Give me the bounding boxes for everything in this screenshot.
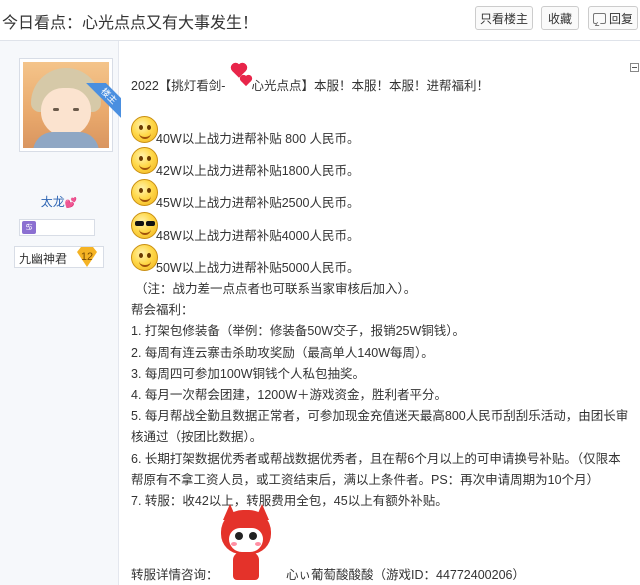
contact-value: 心ぃ葡萄酸酸酸（游戏ID：44772400206） [286,568,525,582]
floor-badge: 楼主 [85,83,121,119]
level-badge[interactable]: 九幽神君 12 [14,246,104,268]
happy-emoticon-icon [131,244,158,271]
author-username-text: 太龙 [40,195,65,209]
reward-line-4: 48W以上战力进帮补贴4000人民币。 [156,229,360,243]
reply-label: 回复 [608,12,633,26]
benefits-title: 帮会福利： [131,303,194,317]
level-name: 九幽神君 [19,252,68,266]
reward-line-3: 45W以上战力进帮补贴2500人民币。 [156,196,360,210]
favorite-button[interactable]: 收藏 [541,6,579,30]
heart-icon: 💕 [64,198,78,209]
comment-icon [592,13,606,24]
laugh-emoticon-icon [131,179,158,206]
badge-row: ♋ [19,219,95,236]
author-username[interactable]: 太龙💕 [0,193,118,210]
hearts-sticker-icon [225,64,252,93]
reward-line-2: 42W以上战力进帮补贴1800人民币。 [156,164,360,178]
zodiac-icon: ♋ [22,221,36,234]
benefit-3: 3. 每周四可参加100W铜钱个人私包抽奖。 [131,367,366,381]
reward-line-5: 50W以上战力进帮补贴5000人民币。 [156,261,360,275]
author-panel: 楼主 太龙💕 ♋ 九幽神君 12 [0,41,121,585]
only-op-button[interactable]: 只看楼主 [475,6,533,30]
benefit-1: 1. 打架包修装备（举例：修装备50W交子，报销25W铜钱）。 [131,324,466,338]
benefit-4: 4. 每月一次帮会团建，1200W＋游戏资金，胜利者平分。 [131,388,448,402]
collapse-icon[interactable] [630,63,639,72]
smile-emoticon-icon [131,147,158,174]
thread-title: 今日看点：心光点点又有大事发生！ [2,15,259,32]
grin-emoticon-icon [131,116,158,143]
contact-label: 转服详情咨询： [131,568,219,582]
thread-header: 今日看点：心光点点又有大事发生！ 只看楼主 收藏 回复 [0,0,640,41]
benefit-2: 2. 每周有连云寨击杀助攻奖励（最高单人140W每周）。 [131,346,434,360]
benefit-6a: 6. 长期打架数据优秀者或帮战数据优秀者，且在帮6个月以上的可申请换号补贴。（仅… [131,452,621,466]
benefit-5a: 5. 每月帮战全勤且数据正常者，可参加现金充值迷天最高800人民币刮刮乐活动，由… [131,409,629,423]
note-line: （注：战力差一点点者也可联系当家审核后加入）。 [135,282,417,296]
red-fox-mascot-icon [221,504,271,582]
cool-emoticon-icon [131,212,158,239]
level-number: 12 [77,247,97,267]
post-intro: 2022【挑灯看剑- 心光点点】本服！本服！本服！进帮福利！ [131,64,489,94]
benefit-5b: 核通过（按团比数据）。 [131,430,263,444]
reward-line-1: 40W以上战力进帮补贴 800 人民币。 [156,132,360,146]
benefit-7: 7. 转服：收42以上，转服费用全包，45以上有额外补贴。 [131,494,448,508]
reply-button[interactable]: 回复 [588,6,638,30]
benefit-6b: 帮原有不拿工资人员，或工资结束后，满以上条件者。PS：再次申请周期为10个月） [131,473,600,487]
